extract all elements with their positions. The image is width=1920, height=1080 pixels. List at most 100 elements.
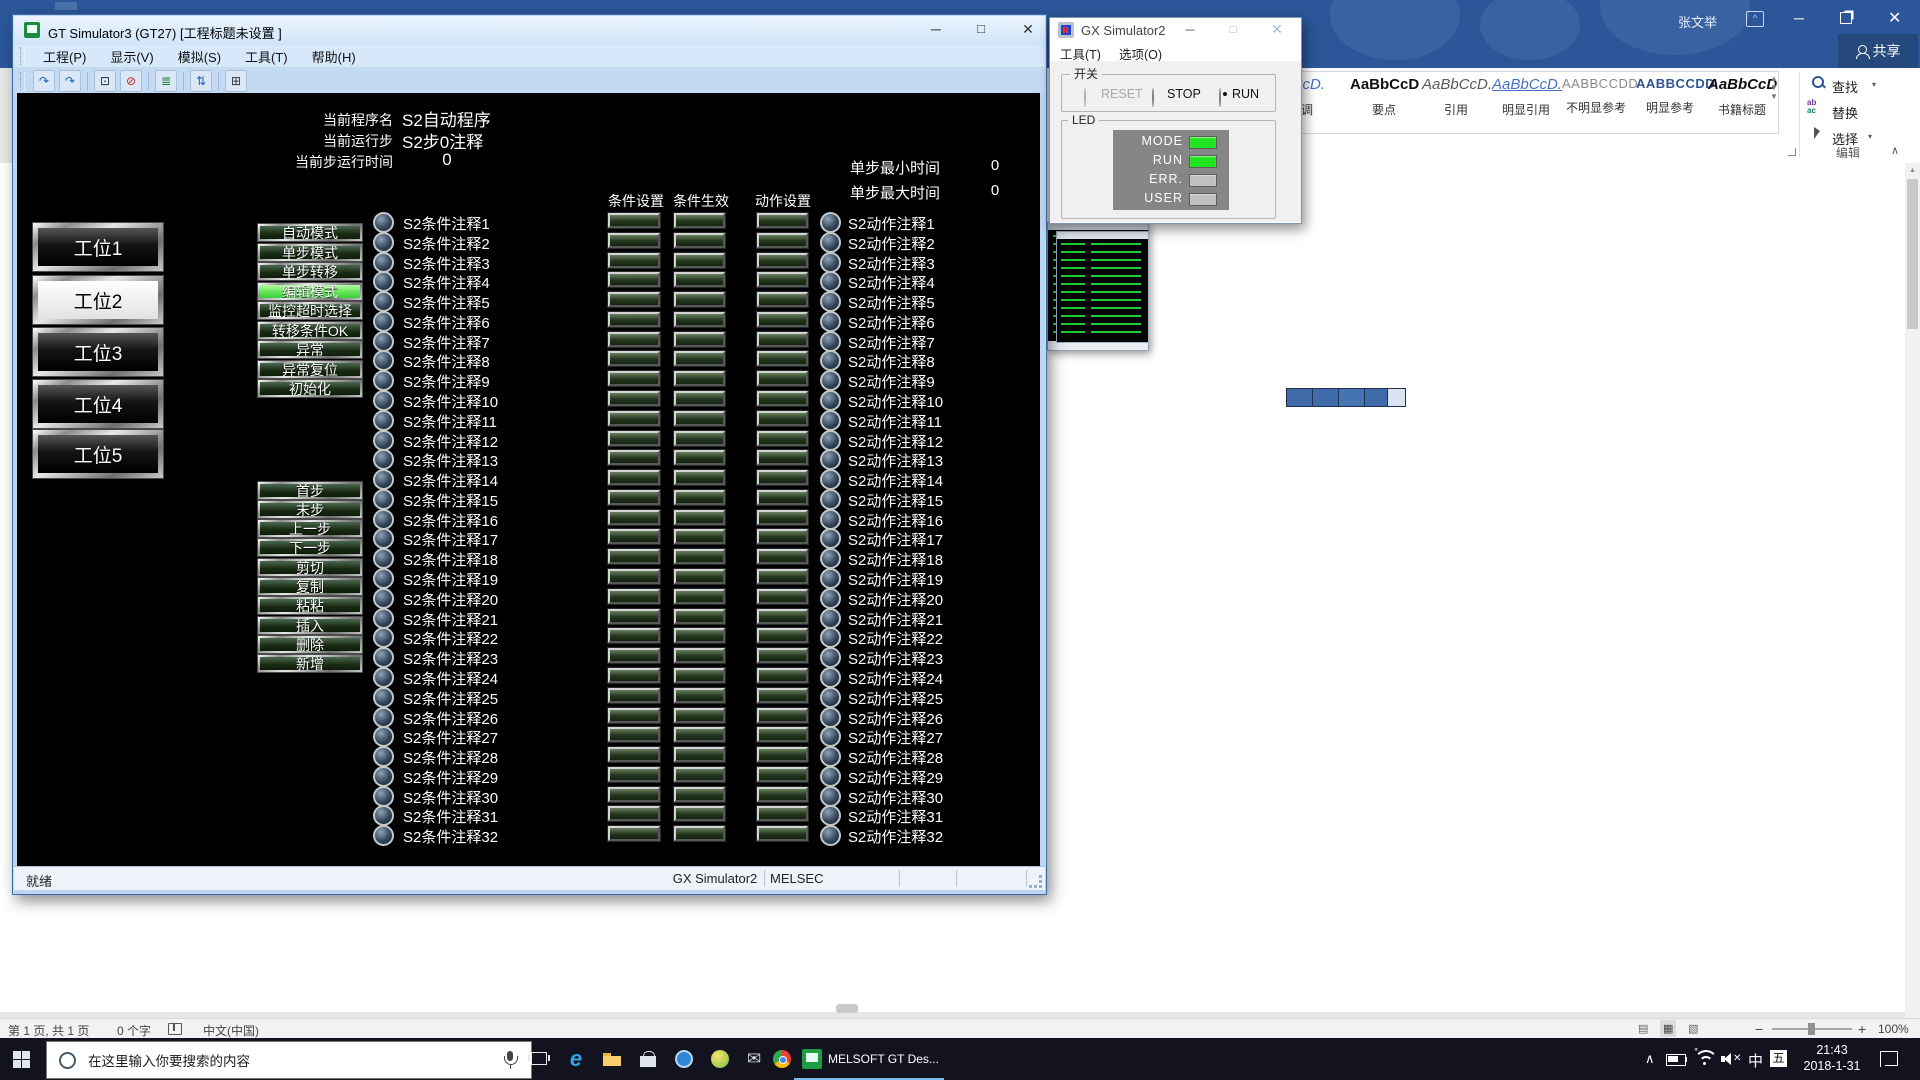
action-set-switch[interactable] [757,589,808,604]
condition-set-switch[interactable] [608,826,660,841]
condition-set-switch[interactable] [608,253,660,268]
step-button-6[interactable]: 复制 [258,578,362,595]
condition-active-switch[interactable] [674,787,725,802]
step-button-3[interactable]: 上一步 [258,520,362,537]
condition-active-switch[interactable] [674,233,725,248]
condition-active-switch[interactable] [674,292,725,307]
gx-minimize-icon[interactable]: ─ [1175,22,1205,37]
action-set-switch[interactable] [757,529,808,544]
action-set-switch[interactable] [757,272,808,287]
browser-icon[interactable] [673,1047,695,1071]
action-set-switch[interactable] [757,609,808,624]
action-set-switch[interactable] [757,569,808,584]
condition-active-switch[interactable] [674,609,725,624]
sphere-browser-icon[interactable] [709,1047,731,1071]
device-monitor-window-2[interactable] [1056,231,1149,343]
condition-active-switch[interactable] [674,708,725,723]
communication-setup-icon[interactable]: ⇅ [190,70,212,92]
language-indicator[interactable]: 中文(中国) [203,1022,259,1039]
print-layout-icon[interactable]: ▦ [1660,1020,1676,1037]
resize-grip[interactable] [1029,875,1042,888]
web-layout-icon[interactable]: ▧ [1688,1022,1698,1035]
condition-active-switch[interactable] [674,826,725,841]
taskbar-search-box[interactable]: 在这里输入你要搜索的内容 [46,1041,532,1079]
condition-set-switch[interactable] [608,648,660,663]
screen-image-icon[interactable]: ⊞ [225,70,247,92]
stop-simulation-icon[interactable]: ⊘ [120,70,142,92]
station-button-1[interactable]: 工位1 [33,223,163,271]
gt-menu-item-0[interactable]: 工程(P) [33,45,96,68]
mode-button-5[interactable]: 监控超时选择 [258,302,362,319]
ime-method-icon[interactable]: 五 [1770,1050,1787,1067]
condition-set-switch[interactable] [608,747,660,762]
radio-run[interactable] [1219,88,1221,107]
action-set-switch[interactable] [757,648,808,663]
condition-active-switch[interactable] [674,806,725,821]
condition-set-switch[interactable] [608,510,660,525]
action-set-switch[interactable] [757,292,808,307]
action-set-switch[interactable] [757,688,808,703]
condition-active-switch[interactable] [674,529,725,544]
action-set-switch[interactable] [757,767,808,782]
gt-menu-item-4[interactable]: 帮助(H) [302,45,366,68]
select-caret-icon[interactable]: ▾ [1868,132,1872,141]
battery-icon[interactable] [1666,1054,1686,1066]
condition-set-switch[interactable] [608,569,660,584]
step-button-8[interactable]: 插入 [258,617,362,634]
condition-set-switch[interactable] [608,708,660,723]
condition-set-switch[interactable] [608,589,660,604]
style-entry-4[interactable]: AaBbCcD.明显引用 [1492,76,1560,128]
mode-button-3[interactable]: 单步转移 [258,263,362,280]
condition-set-switch[interactable] [608,668,660,683]
condition-set-switch[interactable] [608,431,660,446]
condition-set-switch[interactable] [608,767,660,782]
step-button-4[interactable]: 下一步 [258,539,362,556]
condition-active-switch[interactable] [674,668,725,683]
device-monitor-icon[interactable]: ≣ [155,70,177,92]
condition-set-switch[interactable] [608,213,660,228]
open-project-icon[interactable]: ↷ [33,70,55,92]
action-set-switch[interactable] [757,490,808,505]
ime-mode-indicator[interactable]: 中 [1748,1050,1763,1071]
style-entry-7[interactable]: AaBbCcD书籍标题 [1708,76,1776,128]
gallery-scroll-up-icon[interactable]: ▲▼▼ [1770,74,1778,101]
condition-active-switch[interactable] [674,727,725,742]
condition-set-switch[interactable] [608,312,660,327]
file-explorer-icon[interactable] [601,1047,623,1071]
action-set-switch[interactable] [757,747,808,762]
gx-titlebar[interactable]: GX Simulator2 ─ □ ✕ [1050,18,1301,42]
tray-chevron-icon[interactable]: ∧ [1645,1051,1655,1067]
condition-set-switch[interactable] [608,688,660,703]
style-entry-2[interactable]: AaBbCcD要点 [1350,76,1418,128]
condition-set-switch[interactable] [608,609,660,624]
condition-set-switch[interactable] [608,411,660,426]
action-set-switch[interactable] [757,253,808,268]
styles-dialog-launcher-icon[interactable] [1788,148,1796,156]
gt-minimize-icon[interactable]: ─ [919,21,953,37]
condition-active-switch[interactable] [674,431,725,446]
gt-menu-item-1[interactable]: 显示(V) [100,45,163,68]
zoom-out-icon[interactable]: − [1755,1021,1763,1037]
gt-maximize-icon[interactable]: □ [964,21,998,36]
edge-icon[interactable]: e [565,1047,587,1071]
gt-menu-item-3[interactable]: 工具(T) [235,45,298,68]
action-set-switch[interactable] [757,727,808,742]
condition-active-switch[interactable] [674,332,725,347]
condition-active-switch[interactable] [674,213,725,228]
condition-active-switch[interactable] [674,470,725,485]
import-project-icon[interactable]: ↷ [59,70,81,92]
condition-active-switch[interactable] [674,371,725,386]
action-set-switch[interactable] [757,371,808,386]
condition-active-switch[interactable] [674,767,725,782]
station-button-5[interactable]: 工位5 [33,430,163,478]
action-set-switch[interactable] [757,332,808,347]
start-button[interactable] [13,1051,30,1068]
condition-set-switch[interactable] [608,351,660,366]
action-set-switch[interactable] [757,787,808,802]
condition-active-switch[interactable] [674,312,725,327]
condition-set-switch[interactable] [608,470,660,485]
action-set-switch[interactable] [757,668,808,683]
condition-active-switch[interactable] [674,411,725,426]
zoom-slider-thumb[interactable] [1808,1023,1815,1035]
action-set-switch[interactable] [757,213,808,228]
